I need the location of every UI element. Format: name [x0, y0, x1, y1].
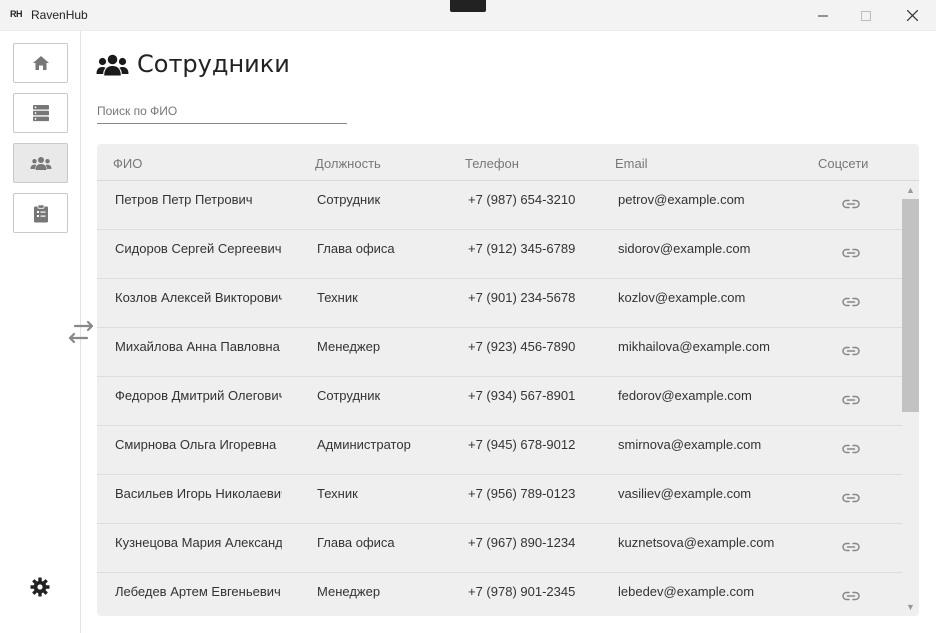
employee-name: Кузнецова Мария Александровна [115, 535, 282, 550]
search-field [97, 100, 347, 124]
link-icon[interactable] [842, 247, 860, 259]
sidebar-item-servers[interactable] [13, 93, 68, 133]
employee-phone: +7 (934) 567-8901 [468, 388, 576, 403]
column-header-social[interactable]: Соцсети [818, 156, 868, 171]
employee-name: Михайлова Анна Павловна [115, 339, 280, 354]
users-icon [96, 54, 129, 76]
server-icon [32, 105, 49, 122]
employee-position: Техник [317, 486, 358, 501]
table-row[interactable]: Сидоров Сергей Сергеевич Глава офиса +7 … [97, 230, 902, 279]
camera-notch [450, 0, 486, 12]
employee-name: Сидоров Сергей Сергеевич [115, 241, 282, 256]
employee-position: Глава офиса [317, 535, 395, 550]
users-icon [30, 157, 51, 170]
employee-position: Менеджер [317, 339, 381, 354]
employee-name: Васильев Игорь Николаевич [115, 486, 282, 501]
search-input[interactable] [97, 100, 347, 122]
employee-position: Техник [317, 290, 358, 305]
link-icon[interactable] [842, 296, 860, 308]
table-row[interactable]: Васильев Игорь Николаевич Техник +7 (956… [97, 475, 902, 524]
sidebar-item-home[interactable] [13, 43, 68, 83]
table-row[interactable]: Козлов Алексей Викторович Техник +7 (901… [97, 279, 902, 328]
employee-phone: +7 (967) 890-1234 [468, 535, 576, 550]
home-icon [32, 56, 49, 70]
employee-position: Сотрудник [317, 192, 381, 207]
employee-phone: +7 (901) 234-5678 [468, 290, 576, 305]
close-button[interactable] [889, 0, 935, 31]
employee-position: Сотрудник [317, 388, 381, 403]
employee-position: Глава офиса [317, 241, 395, 256]
employee-phone: +7 (912) 345-6789 [468, 241, 576, 256]
vertical-scrollbar[interactable]: ▲ ▼ [902, 181, 919, 616]
employee-phone: +7 (956) 789-0123 [468, 486, 576, 501]
link-icon[interactable] [842, 590, 860, 602]
employee-name: Смирнова Ольга Игоревна [115, 437, 277, 452]
employee-phone: +7 (978) 901-2345 [468, 584, 576, 599]
link-icon[interactable] [842, 198, 860, 210]
minimize-button[interactable] [800, 0, 846, 31]
table-row[interactable]: Михайлова Анна Павловна Менеджер +7 (923… [97, 328, 902, 377]
gear-icon [30, 577, 50, 597]
employee-position: Менеджер [317, 584, 381, 599]
employee-email: lebedev@example.com [618, 584, 755, 599]
employee-name: Лебедев Артем Евгеньевич [115, 584, 281, 599]
employee-email: kozlov@example.com [618, 290, 746, 305]
table-row[interactable]: Смирнова Ольга Игоревна Администратор +7… [97, 426, 902, 475]
employee-name: Федоров Дмитрий Олегович [115, 388, 282, 403]
employee-phone: +7 (923) 456-7890 [468, 339, 576, 354]
link-icon[interactable] [842, 443, 860, 455]
clipboard-icon [33, 203, 48, 222]
employee-position: Администратор [317, 437, 411, 452]
column-header-name[interactable]: ФИО [113, 156, 142, 171]
link-icon[interactable] [842, 541, 860, 553]
app-logo: RH [10, 9, 23, 19]
scroll-up-icon[interactable]: ▲ [904, 183, 917, 196]
sidebar-item-employees[interactable] [13, 143, 68, 183]
scroll-down-icon[interactable]: ▼ [904, 600, 917, 613]
maximize-button[interactable] [843, 0, 889, 31]
employee-email: petrov@example.com [618, 192, 745, 207]
employees-table: ФИО Должность Телефон Email Соцсети Петр… [97, 144, 919, 616]
table-body: Петров Петр Петрович Сотрудник +7 (987) … [97, 181, 902, 616]
page-title: Сотрудники [137, 50, 290, 78]
sidebar-item-tasks[interactable] [13, 193, 68, 233]
column-header-phone[interactable]: Телефон [465, 156, 519, 171]
employee-email: kuznetsova@example.com [618, 535, 775, 550]
table-row[interactable]: Федоров Дмитрий Олегович Сотрудник +7 (9… [97, 377, 902, 426]
link-icon[interactable] [842, 394, 860, 406]
maximize-icon [861, 10, 871, 21]
link-icon[interactable] [842, 345, 860, 357]
employee-email: sidorov@example.com [618, 241, 751, 256]
column-header-email[interactable]: Email [615, 156, 648, 171]
settings-button[interactable] [29, 576, 51, 598]
window-title: RavenHub [31, 8, 88, 22]
link-icon[interactable] [842, 492, 860, 504]
employee-email: mikhailova@example.com [618, 339, 770, 354]
title-bar: RH RavenHub [0, 0, 936, 31]
table-row[interactable]: Кузнецова Мария Александровна Глава офис… [97, 524, 902, 573]
employee-email: vasiliev@example.com [618, 486, 752, 501]
table-row[interactable]: Лебедев Артем Евгеньевич Менеджер +7 (97… [97, 573, 902, 616]
close-icon [906, 10, 918, 21]
employee-phone: +7 (945) 678-9012 [468, 437, 576, 452]
table-header: ФИО Должность Телефон Email Соцсети [97, 144, 919, 181]
employee-email: fedorov@example.com [618, 388, 752, 403]
scroll-thumb[interactable] [902, 199, 919, 412]
employee-name: Козлов Алексей Викторович [115, 290, 282, 305]
minimize-icon [818, 15, 828, 16]
sidebar-toggle-icon[interactable] [65, 320, 97, 344]
employee-name: Петров Петр Петрович [115, 192, 253, 207]
employee-phone: +7 (987) 654-3210 [468, 192, 576, 207]
column-header-position[interactable]: Должность [315, 156, 381, 171]
table-row[interactable]: Петров Петр Петрович Сотрудник +7 (987) … [97, 181, 902, 230]
employee-email: smirnova@example.com [618, 437, 762, 452]
